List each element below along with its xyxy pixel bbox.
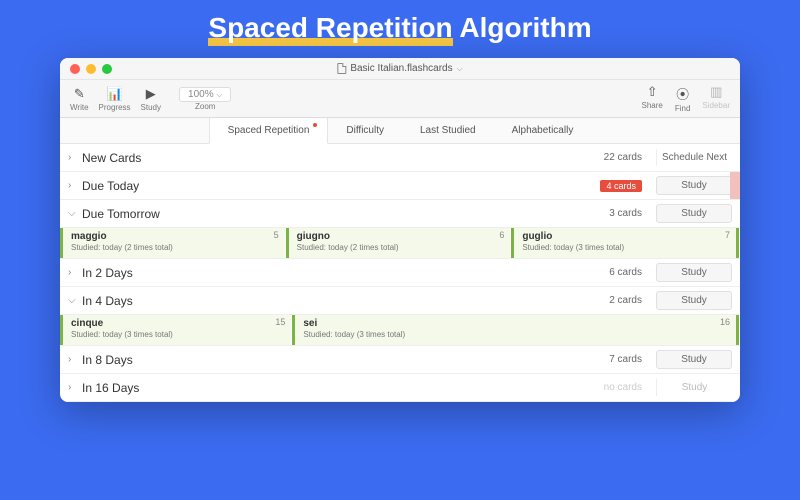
section-due-today[interactable]: › Due Today 4 cards Study [60,172,740,200]
sort-tabs: Spaced Repetition Difficulty Last Studie… [60,118,740,144]
share-button[interactable]: ⇧ Share [642,84,663,113]
progress-button[interactable]: 📊 Progress [99,86,131,112]
chevron-right-icon: › [68,267,78,278]
pencil-icon: ✎ [74,86,85,102]
tab-alphabetically[interactable]: Alphabetically [494,118,592,143]
chevron-right-icon: › [68,180,78,191]
flashcard[interactable]: 7 guglio Studied: today (3 times total) [511,228,739,258]
minimize-icon[interactable] [86,64,96,74]
document-icon [337,63,346,74]
hero-banner: Spaced Repetition Algorithm [0,0,800,52]
traffic-lights[interactable] [70,64,112,74]
cards-tomorrow: 5 maggio Studied: today (2 times total) … [60,228,740,259]
urgent-accent [730,172,740,199]
due-badge: 4 cards [600,180,642,192]
chevron-right-icon: › [68,152,78,163]
study-button[interactable]: Study [656,263,732,282]
section-in-8-days[interactable]: › In 8 Days 7 cards Study [60,346,740,374]
find-button[interactable]: ⦿ Find [675,84,691,113]
section-in-16-days[interactable]: › In 16 Days no cards Study [60,374,740,402]
sections-list: › New Cards 22 cards Schedule Next › Due… [60,144,740,402]
app-window: Basic Italian.flashcards ⌵ ✎ Write 📊 Pro… [60,58,740,402]
flashcard[interactable]: 6 giugno Studied: today (2 times total) [286,228,511,258]
cards-4days: 15 cinque Studied: today (3 times total)… [60,315,740,346]
chevron-down-icon: ⌵ [68,295,78,306]
flashcard[interactable]: 16 sei Studied: today (3 times total) [292,315,739,345]
study-button: Study [656,379,732,396]
sidebar-button[interactable]: ▥ Sidebar [702,84,730,113]
section-in-2-days[interactable]: › In 2 Days 6 cards Study [60,259,740,287]
close-icon[interactable] [70,64,80,74]
toolbar: ✎ Write 📊 Progress ▶ Study 100% ⌵ Zoom ⇧… [60,80,740,118]
search-icon: ⦿ [676,84,689,103]
chevron-down-icon[interactable]: ⌵ [457,64,463,74]
zoom-control[interactable]: 100% ⌵ Zoom [179,87,231,111]
chevron-right-icon: › [68,382,78,393]
study-button[interactable]: Study [656,350,732,369]
hero-highlight: Spaced Repetition [208,12,452,44]
chevron-down-icon: ⌵ [68,208,78,219]
study-button[interactable]: ▶ Study [141,86,161,112]
flashcard[interactable]: 5 maggio Studied: today (2 times total) [60,228,285,258]
section-in-4-days[interactable]: ⌵ In 4 Days 2 cards Study [60,287,740,315]
write-button[interactable]: ✎ Write [70,86,89,112]
titlebar: Basic Italian.flashcards ⌵ [60,58,740,80]
study-button[interactable]: Study [656,204,732,223]
play-icon: ▶ [146,86,156,102]
schedule-next-button[interactable]: Schedule Next [656,149,732,166]
chevron-right-icon: › [68,354,78,365]
window-title: Basic Italian.flashcards ⌵ [337,63,462,74]
tab-spaced-repetition[interactable]: Spaced Repetition [209,118,329,144]
study-button[interactable]: Study [656,291,732,310]
sidebar-icon: ▥ [710,84,722,100]
tab-difficulty[interactable]: Difficulty [328,118,402,143]
section-new-cards[interactable]: › New Cards 22 cards Schedule Next [60,144,740,172]
tab-last-studied[interactable]: Last Studied [402,118,494,143]
share-icon: ⇧ [647,84,658,100]
study-button[interactable]: Study [656,176,732,195]
maximize-icon[interactable] [102,64,112,74]
section-due-tomorrow[interactable]: ⌵ Due Tomorrow 3 cards Study [60,200,740,228]
notification-dot-icon [313,123,317,127]
flashcard[interactable]: 15 cinque Studied: today (3 times total) [60,315,291,345]
hero-rest: Algorithm [453,12,592,43]
chart-icon: 📊 [106,86,122,102]
